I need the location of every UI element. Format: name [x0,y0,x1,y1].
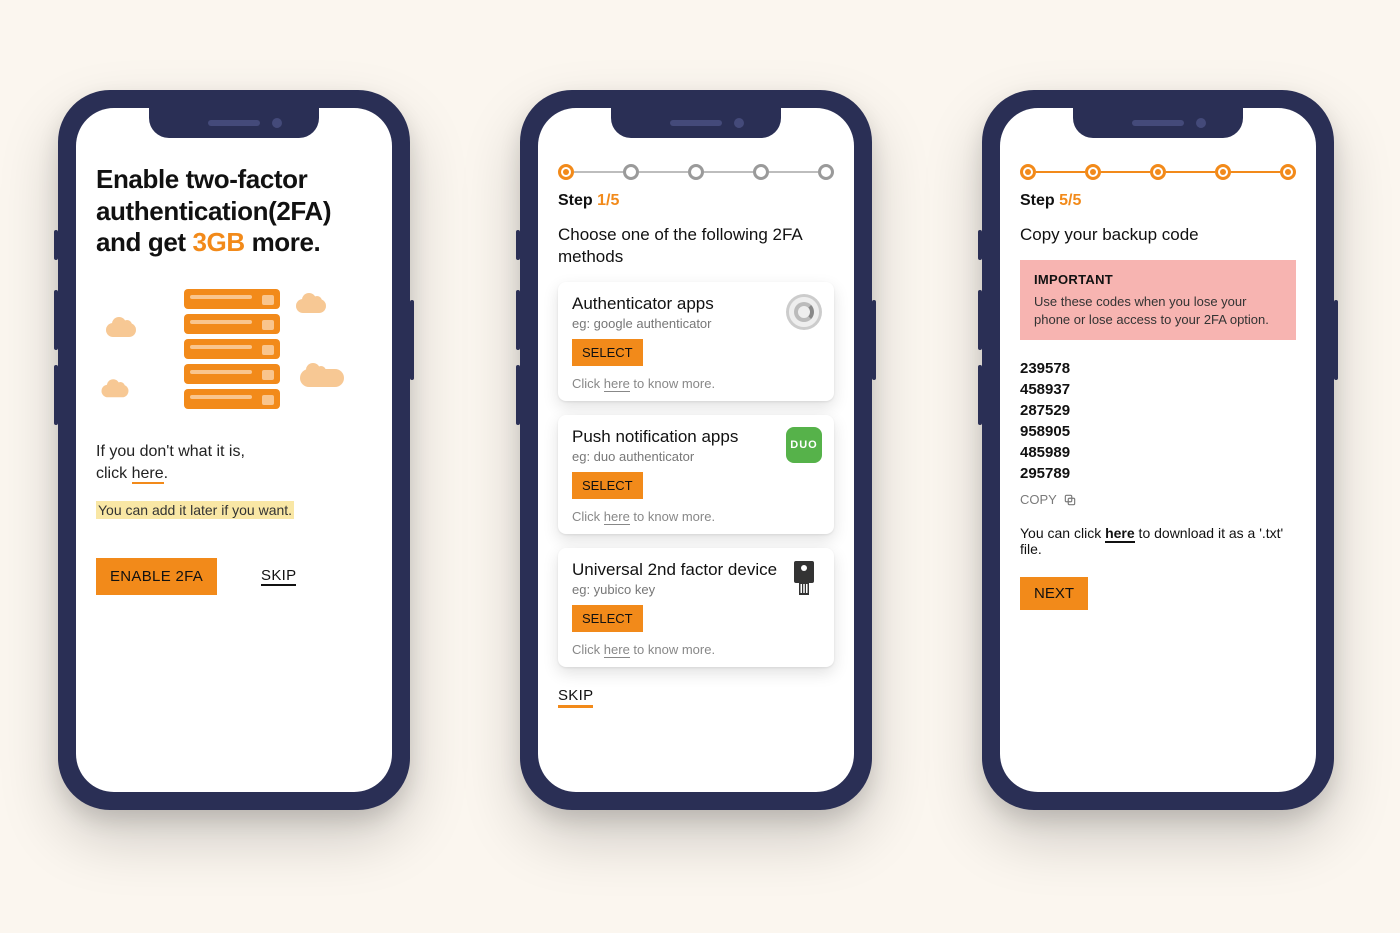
copy-icon [1063,493,1077,507]
important-heading: IMPORTANT [1034,272,1282,287]
step-dot-3 [1150,164,1166,180]
step-dot-1 [1020,164,1036,180]
step-dot-3 [688,164,704,180]
card-title: Universal 2nd factor device [572,560,820,580]
backup-code: 239578 [1020,358,1296,379]
enable-2fa-button[interactable]: ENABLE 2FA [96,558,217,595]
step-dot-2 [623,164,639,180]
select-u2f-button[interactable]: SELECT [572,605,643,632]
phone-notch [1073,108,1243,138]
learn-more-link[interactable]: here [132,465,164,484]
phone-step-5: Step 5/5 Copy your backup code IMPORTANT… [982,90,1334,810]
card-footer: Click here to know more. [572,509,820,524]
cloud-icon [102,385,129,398]
phone-enable-2fa: Enable two-factor authentication(2FA) an… [58,90,410,810]
copy-codes-button[interactable]: COPY [1020,492,1296,507]
step-label: Step 1/5 [558,192,834,210]
select-push-button[interactable]: SELECT [572,472,643,499]
card-sub: eg: duo authenticator [572,449,820,464]
yubikey-icon [786,560,822,596]
learn-more-link[interactable]: here [604,376,630,392]
step-dot-5 [1280,164,1296,180]
enable-title: Enable two-factor authentication(2FA) an… [96,164,372,259]
backup-code: 458937 [1020,379,1296,400]
screen-enable-2fa: Enable two-factor authentication(2FA) an… [76,108,392,792]
info-text: If you don't what it is, click here. [96,441,372,484]
later-note: You can add it later if you want. [96,502,372,520]
card-footer: Click here to know more. [572,376,820,391]
cloud-icon [106,323,136,337]
option-authenticator-apps: Authenticator apps eg: google authentica… [558,282,834,401]
progress-stepper [558,164,834,180]
skip-link[interactable]: SKIP [558,687,593,708]
progress-stepper [1020,164,1296,180]
backup-code: 295789 [1020,463,1296,484]
duo-icon: DUO [786,427,822,463]
server-icon [184,289,280,409]
step-prompt: Choose one of the following 2FA methods [558,224,834,268]
cloud-icon [300,369,344,387]
screen-step-1: Step 1/5 Choose one of the following 2FA… [538,108,854,792]
step-dot-5 [818,164,834,180]
card-footer: Click here to know more. [572,642,820,657]
download-row: You can click here to download it as a '… [1020,525,1296,557]
option-u2f-device: Universal 2nd factor device eg: yubico k… [558,548,834,667]
skip-link[interactable]: SKIP [261,567,296,586]
card-sub: eg: google authenticator [572,316,820,331]
title-accent: 3GB [192,227,244,257]
learn-more-link[interactable]: here [604,509,630,525]
phone-notch [611,108,781,138]
step-dot-1 [558,164,574,180]
next-button[interactable]: NEXT [1020,577,1088,610]
step-prompt: Copy your backup code [1020,224,1296,246]
title-line1: Enable two-factor [96,164,307,194]
backup-code: 485989 [1020,442,1296,463]
important-body: Use these codes when you lose your phone… [1034,293,1282,328]
google-authenticator-icon [786,294,822,330]
title-line3a: and get [96,227,192,257]
select-authenticator-button[interactable]: SELECT [572,339,643,366]
phone-notch [149,108,319,138]
screen-step-5: Step 5/5 Copy your backup code IMPORTANT… [1000,108,1316,792]
backup-code: 958905 [1020,421,1296,442]
phone-step-1: Step 1/5 Choose one of the following 2FA… [520,90,872,810]
server-illustration [96,289,372,429]
step-dot-4 [1215,164,1231,180]
step-dot-4 [753,164,769,180]
option-push-apps: DUO Push notification apps eg: duo authe… [558,415,834,534]
step-dot-2 [1085,164,1101,180]
important-banner: IMPORTANT Use these codes when you lose … [1020,260,1296,340]
card-title: Authenticator apps [572,294,820,314]
cloud-icon [296,299,326,313]
backup-codes: 239578 458937 287529 958905 485989 29578… [1020,358,1296,484]
step-label: Step 5/5 [1020,192,1296,210]
title-line2: authentication(2FA) [96,196,331,226]
learn-more-link[interactable]: here [604,642,630,658]
card-title: Push notification apps [572,427,820,447]
download-link[interactable]: here [1105,525,1135,543]
backup-code: 287529 [1020,400,1296,421]
title-line3b: more. [245,227,321,257]
card-sub: eg: yubico key [572,582,820,597]
